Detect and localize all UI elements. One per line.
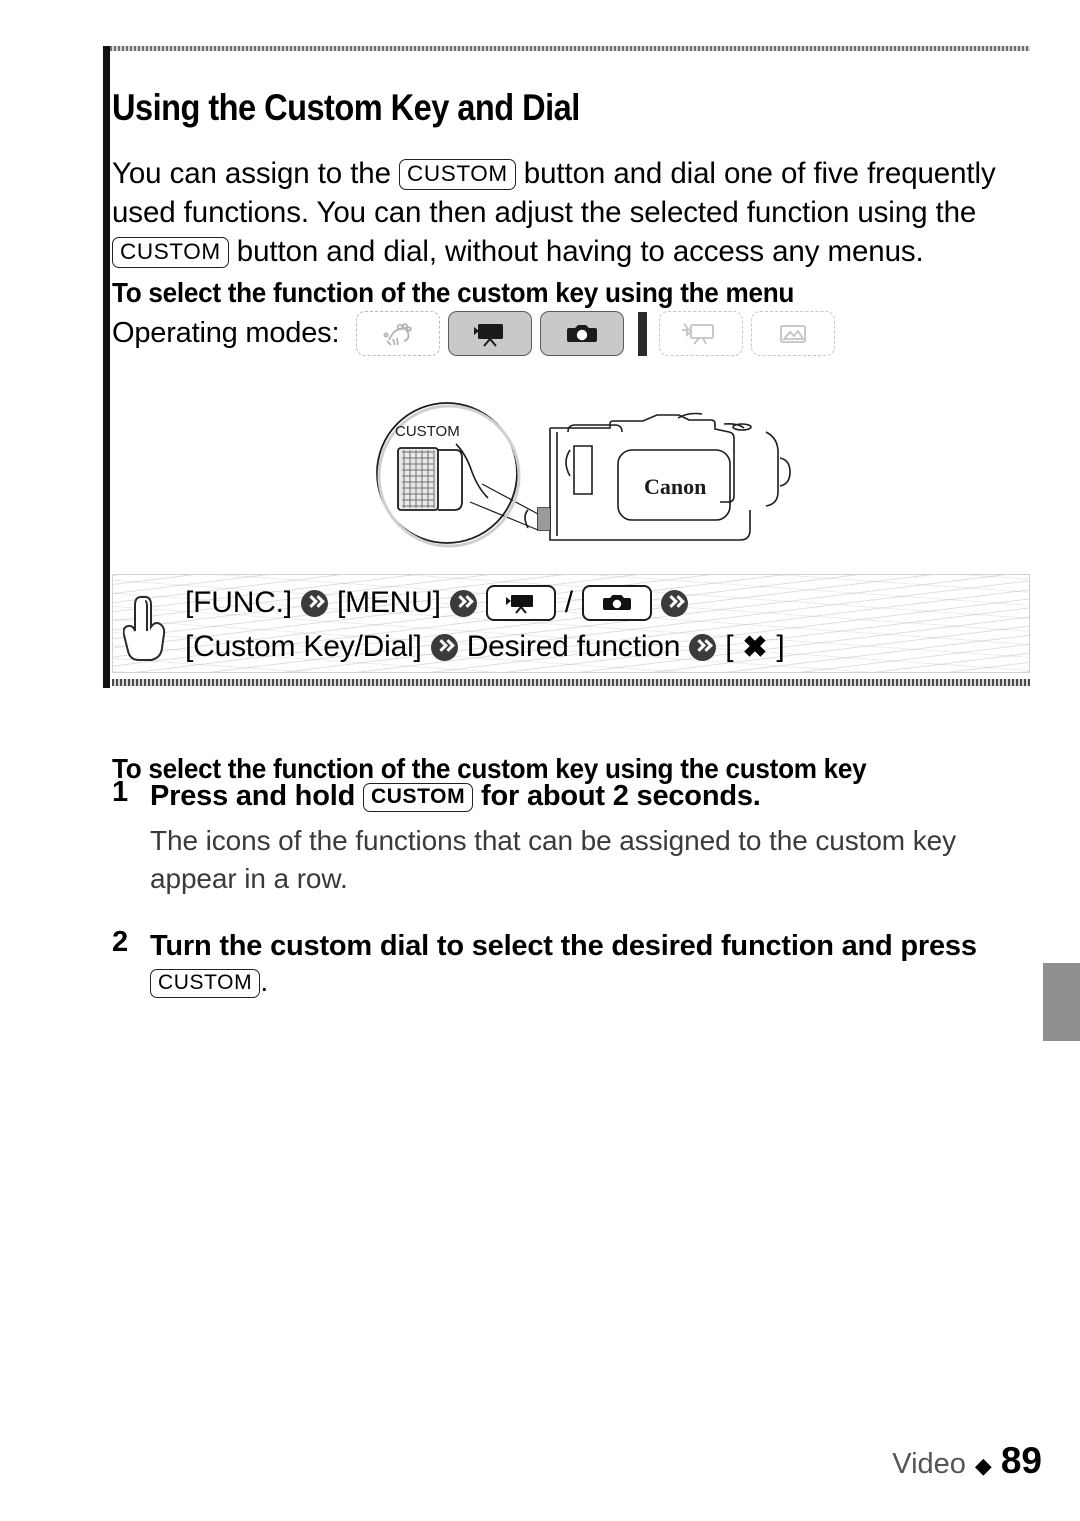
- menu-path-line-2: [Custom Key/Dial] Desired function [ ✖ ]: [185, 625, 1025, 669]
- chevron-right-icon: [449, 589, 477, 617]
- custom-key-badge: CUSTOM: [112, 236, 229, 268]
- auto-mode-icon: [383, 322, 413, 346]
- manual-page: Using the Custom Key and Dial You can as…: [0, 0, 1080, 1521]
- menu-icon-movie-frame: [485, 585, 556, 621]
- movie-playback-icon: [682, 322, 715, 345]
- menu-item-custom-key-dial: [Custom Key/Dial]: [185, 630, 422, 663]
- chevron-right-icon: [660, 589, 688, 617]
- photo-playback-icon: [780, 324, 807, 343]
- movie-camera-icon: [505, 595, 533, 614]
- callout-custom-label: CUSTOM: [395, 423, 460, 440]
- diamond-icon: ◆: [974, 1453, 992, 1478]
- step-2-number: 2: [112, 926, 129, 958]
- pointing-hand-icon: [123, 596, 166, 661]
- step-2-text: Turn the custom dial to select the desir…: [150, 930, 977, 962]
- operating-modes-row: Operating modes:: [112, 311, 843, 356]
- step-1-text: Press and hold CUSTOM for about 2 second…: [150, 776, 761, 816]
- menu-close-bracket-close: ]: [776, 630, 785, 663]
- still-camera-icon: [567, 324, 598, 342]
- step-1-number: 1: [112, 776, 129, 808]
- subheading-menu-method: To select the function of the custom key…: [112, 276, 795, 308]
- mode-badge-movie-record: [448, 311, 533, 356]
- chevron-right-icon: [300, 589, 328, 617]
- edge-section-tab: [1043, 963, 1080, 1041]
- menu-separator-slash: /: [564, 586, 573, 619]
- movie-camera-icon: [474, 323, 504, 347]
- mode-divider: [638, 311, 648, 356]
- step-1-text-after: for about 2 seconds.: [473, 780, 761, 812]
- custom-key-badge: CUSTOM: [399, 158, 516, 190]
- mode-badge-photo-playback: [751, 311, 836, 356]
- menu-path-lines: [FUNC.] [MENU] / [Custom Key/Dial] Desir…: [185, 581, 1025, 669]
- menu-close-bracket-open: [: [725, 630, 734, 663]
- left-spine: [103, 46, 110, 686]
- menu-item-menu: [MENU]: [336, 586, 441, 619]
- mode-badge-photo-record: [540, 311, 625, 356]
- chevron-right-icon: [689, 633, 717, 661]
- left-spine-foot: [103, 680, 110, 688]
- step-1-note: The icons of the functions that can be a…: [150, 825, 956, 894]
- operating-modes-label: Operating modes:: [112, 317, 340, 349]
- menu-item-func: [FUNC.]: [185, 586, 292, 619]
- step-2-trailing-period: .: [260, 966, 269, 998]
- chevron-right-icon: [430, 633, 458, 661]
- page-footer: Video ◆ 89: [892, 1440, 1042, 1482]
- menu-icon-photo-frame: [581, 585, 652, 621]
- intro-text-part1: You can assign to the: [112, 156, 400, 190]
- canon-brand-label: Canon: [644, 474, 706, 499]
- menu-path-line-1: [FUNC.] [MENU] /: [185, 581, 1025, 625]
- page-number: 89: [1000, 1440, 1042, 1481]
- menu-path-box: [FUNC.] [MENU] / [Custom Key/Dial] Desir…: [112, 574, 1030, 673]
- mode-badge-movie-playback: [659, 311, 744, 356]
- footer-section-label: Video: [892, 1448, 966, 1480]
- step-1: 1 Press and hold CUSTOM for about 2 seco…: [112, 776, 1012, 816]
- close-icon: ✖: [742, 630, 768, 664]
- step-2-custom-key-line: CUSTOM.: [150, 966, 268, 999]
- page-title: Using the Custom Key and Dial: [112, 86, 580, 128]
- menu-box-bottom-rule: [112, 679, 1030, 686]
- intro-text-part3: button and dial, without having to acces…: [228, 234, 924, 268]
- header-rule: [110, 46, 1030, 51]
- intro-paragraph: You can assign to the CUSTOM button and …: [112, 154, 1012, 271]
- menu-item-desired-function: Desired function: [466, 630, 681, 663]
- step-2: 2 Turn the custom dial to select the des…: [112, 926, 1012, 966]
- camcorder-illustration: CUSTOM Canon: [376, 402, 791, 548]
- mode-badge-auto: [356, 311, 441, 356]
- custom-key-badge: CUSTOM: [150, 969, 261, 998]
- still-camera-icon: [602, 595, 631, 610]
- custom-key-badge: CUSTOM: [362, 783, 474, 812]
- step-1-text-before: Press and hold: [150, 780, 363, 812]
